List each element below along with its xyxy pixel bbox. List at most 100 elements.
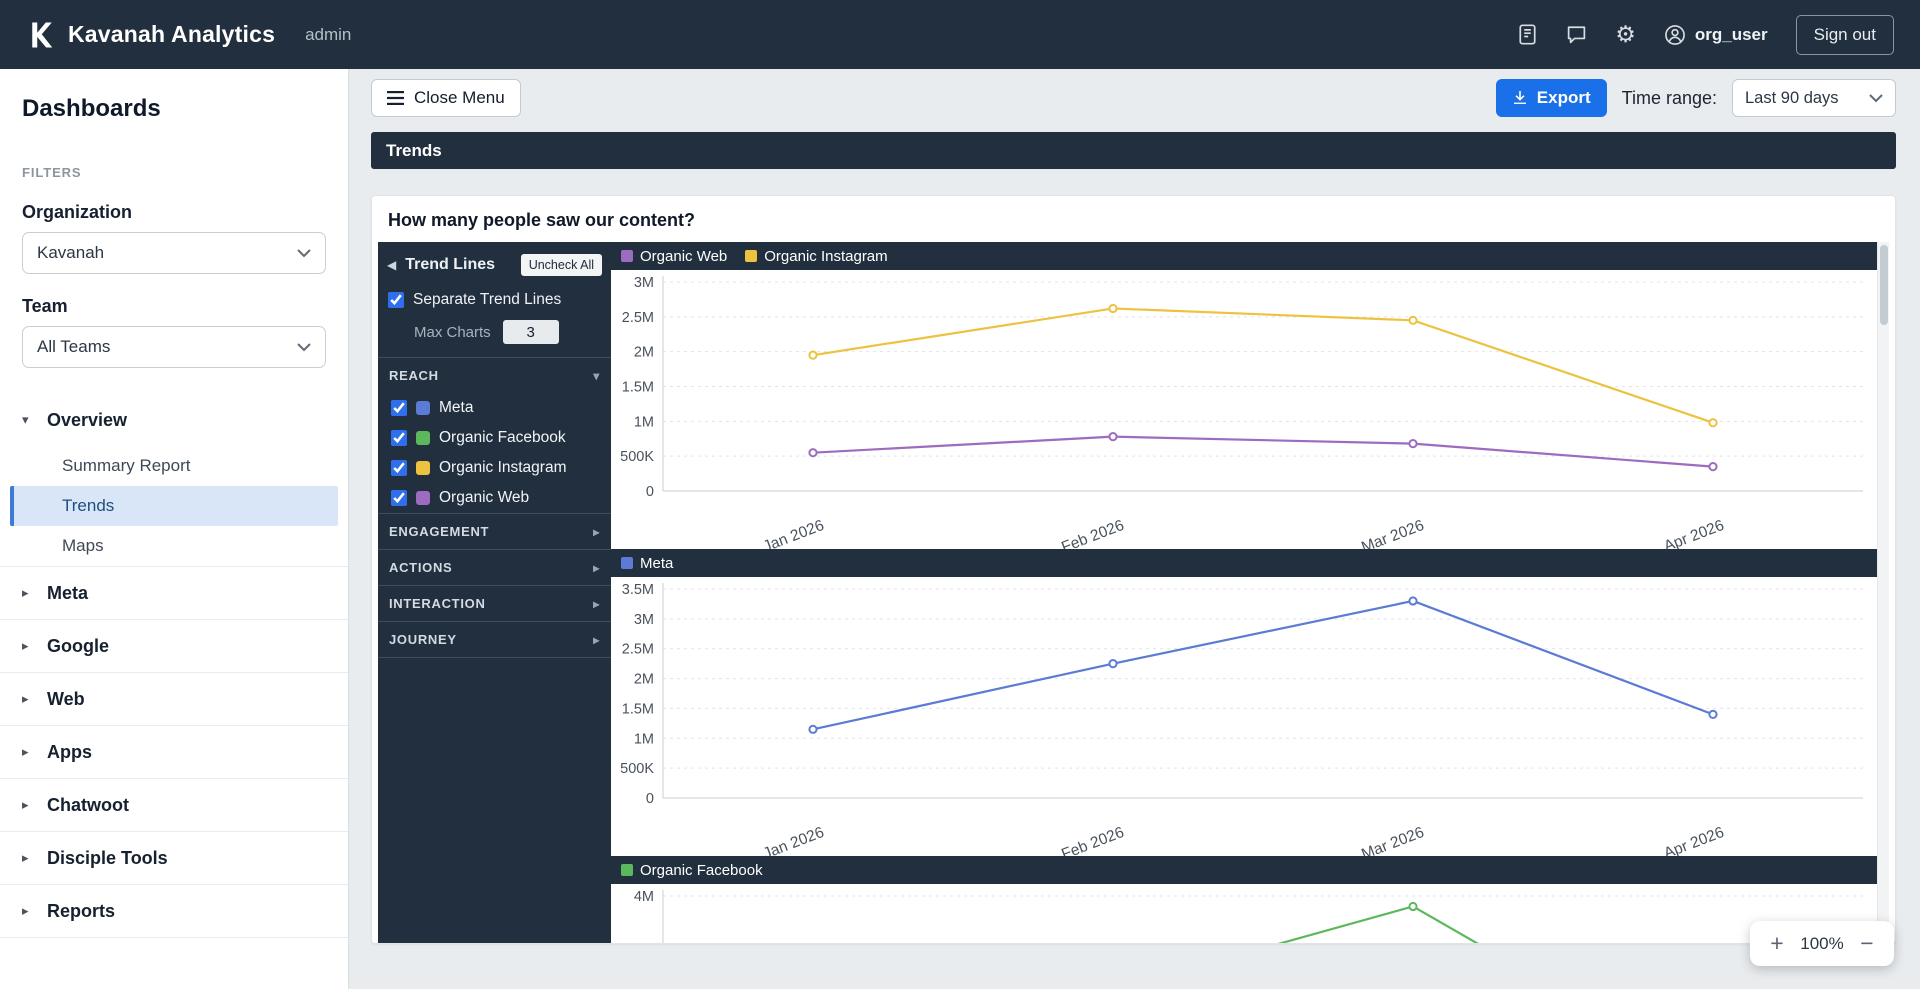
trend-line-checkbox[interactable]	[391, 490, 407, 506]
brand-title[interactable]: Kavanah Analytics	[68, 21, 275, 48]
chat-icon[interactable]	[1566, 24, 1587, 45]
legend-item: Organic Web	[621, 248, 727, 265]
trend-line-option-meta[interactable]: Meta	[378, 393, 611, 423]
separate-trend-lines-checkbox[interactable]	[388, 292, 404, 308]
hamburger-icon	[387, 91, 404, 105]
team-label: Team	[22, 296, 326, 317]
chart-plot: 0500K1M1.5M2M2.5M3M3.5MJan 2026Feb 2026M…	[611, 577, 1889, 856]
panel-group-journey[interactable]: JOURNEY▸	[378, 621, 611, 658]
sidebar-item-disciple-tools[interactable]: ▸ Disciple Tools	[0, 832, 348, 884]
export-button[interactable]: Export	[1496, 79, 1607, 117]
trend-line-option-organic-facebook[interactable]: Organic Facebook	[378, 423, 611, 453]
brand-logo-icon[interactable]	[26, 20, 56, 50]
chevron-down-icon	[1869, 94, 1883, 103]
trend-line-checkbox[interactable]	[391, 430, 407, 446]
sidebar-group: ▸Web	[0, 673, 348, 726]
trend-line-label: Organic Instagram	[439, 459, 567, 477]
panel-group-interaction[interactable]: INTERACTION▸	[378, 585, 611, 621]
x-axis-tick-label: Jan 2026	[761, 517, 827, 549]
sidebar-item-web[interactable]: ▸Web	[0, 673, 348, 725]
sidebar-item-label: Apps	[47, 742, 92, 763]
chart-header: Organic Web Organic Instagram	[611, 242, 1889, 270]
sidebar-item-trends[interactable]: Trends	[10, 486, 338, 526]
zoom-in-button[interactable]: +	[1758, 921, 1796, 966]
x-axis-tick-label: Mar 2026	[1359, 517, 1426, 549]
data-point	[1109, 305, 1116, 312]
team-select[interactable]: All Teams	[22, 326, 326, 368]
close-menu-button[interactable]: Close Menu	[371, 79, 521, 117]
sidebar-item-google[interactable]: ▸Google	[0, 620, 348, 672]
filters-heading: FILTERS	[0, 165, 348, 180]
sidebar-item-overview[interactable]: ▾Overview	[0, 394, 348, 446]
y-axis-tick-label: 3M	[634, 275, 654, 291]
sidebar-item-summary-report[interactable]: Summary Report	[0, 446, 348, 486]
zoom-out-button[interactable]: −	[1848, 921, 1886, 966]
sidebar-group: ▾OverviewSummary ReportTrendsMaps	[0, 394, 348, 567]
toolbar: Close Menu Export Time range: Last 90 da…	[371, 79, 1896, 117]
sidebar-item-meta[interactable]: ▸Meta	[0, 567, 348, 619]
user-menu[interactable]: org_user	[1664, 24, 1768, 46]
sidebar-item-label: Disciple Tools	[47, 848, 168, 869]
chart-plot: 0500K1M1.5M2M2.5M3MJan 2026Feb 2026Mar 2…	[611, 270, 1889, 549]
gear-icon[interactable]: ⚙	[1615, 23, 1636, 46]
trend-line-organic-facebook	[813, 906, 1713, 944]
trend-line-checkbox[interactable]	[391, 400, 407, 416]
panel-group-reach[interactable]: REACH ▾	[378, 357, 611, 393]
sidebar-item-apps[interactable]: ▸ Apps	[0, 726, 348, 778]
section-title: Trends	[386, 141, 442, 161]
card-title: How many people saw our content?	[372, 196, 1895, 242]
scrollbar-thumb[interactable]	[1880, 245, 1888, 325]
max-charts-row: Max Charts	[378, 314, 611, 357]
chevron-down-icon: ▾	[593, 369, 600, 383]
panel-group-label: INTERACTION	[389, 596, 486, 611]
organization-value: Kavanah	[37, 243, 104, 263]
team-value: All Teams	[37, 337, 110, 357]
trend-line-option-organic-instagram[interactable]: Organic Instagram	[378, 453, 611, 483]
y-axis-tick-label: 3.5M	[622, 582, 654, 598]
sidebar-item-label: Chatwoot	[47, 795, 129, 816]
env-label: admin	[305, 25, 351, 45]
sidebar-item-reports[interactable]: ▸Reports	[0, 885, 348, 937]
user-icon	[1664, 24, 1686, 46]
chart-legend: Meta	[621, 555, 673, 572]
sidebar-title: Dashboards	[0, 95, 348, 123]
panel-group-actions[interactable]: ACTIONS▸	[378, 549, 611, 585]
sign-out-button[interactable]: Sign out	[1796, 15, 1894, 55]
chart-header: Meta	[611, 549, 1889, 577]
separate-trend-lines-option[interactable]: Separate Trend Lines	[378, 286, 611, 314]
y-axis-tick-label: 500K	[620, 449, 654, 465]
charts-scrollbar[interactable]	[1877, 242, 1889, 944]
navbar-actions: ⚙ org_user Sign out	[1517, 15, 1894, 55]
legend-item: Organic Instagram	[745, 248, 887, 265]
sidebar-item-label: Reports	[47, 901, 115, 922]
trend-line-checkbox[interactable]	[391, 460, 407, 476]
uncheck-all-button[interactable]: Uncheck All	[521, 254, 602, 276]
time-range-select[interactable]: Last 90 days	[1732, 79, 1896, 117]
chevron-right-icon: ▸	[22, 850, 36, 866]
journal-icon[interactable]	[1517, 24, 1538, 45]
y-axis-tick-label: 1M	[634, 731, 654, 747]
trends-section-bar: Trends	[371, 132, 1896, 169]
data-point	[1409, 317, 1416, 324]
sidebar-item-maps[interactable]: Maps	[0, 526, 348, 566]
series-color-swatch	[416, 401, 430, 415]
trend-line-label: Organic Facebook	[439, 429, 566, 447]
max-charts-input[interactable]	[503, 320, 559, 344]
y-axis-tick-label: 2M	[634, 345, 654, 361]
collapse-panel-icon[interactable]: ◀	[387, 258, 396, 272]
panel-group-engagement[interactable]: ENGAGEMENT▸	[378, 513, 611, 549]
sidebar-nav: ▾OverviewSummary ReportTrendsMaps▸Meta▸G…	[0, 394, 348, 938]
organization-select[interactable]: Kavanah	[22, 232, 326, 274]
panel-group-label: REACH	[389, 368, 439, 383]
panel-group-label: JOURNEY	[389, 632, 457, 647]
trend-line-label: Meta	[439, 399, 473, 417]
time-range-value: Last 90 days	[1745, 89, 1839, 108]
trend-lines-panel: ◀ Trend Lines Uncheck All Separate Trend…	[378, 242, 611, 944]
sidebar-item-chatwoot[interactable]: ▸Chatwoot	[0, 779, 348, 831]
legend-swatch	[621, 557, 633, 569]
legend-label: Meta	[640, 555, 673, 572]
y-axis-tick-label: 2.5M	[622, 642, 654, 658]
sidebar-group: ▸Chatwoot	[0, 779, 348, 832]
chevron-right-icon: ▸	[22, 744, 36, 760]
trend-line-option-organic-web[interactable]: Organic Web	[378, 483, 611, 513]
